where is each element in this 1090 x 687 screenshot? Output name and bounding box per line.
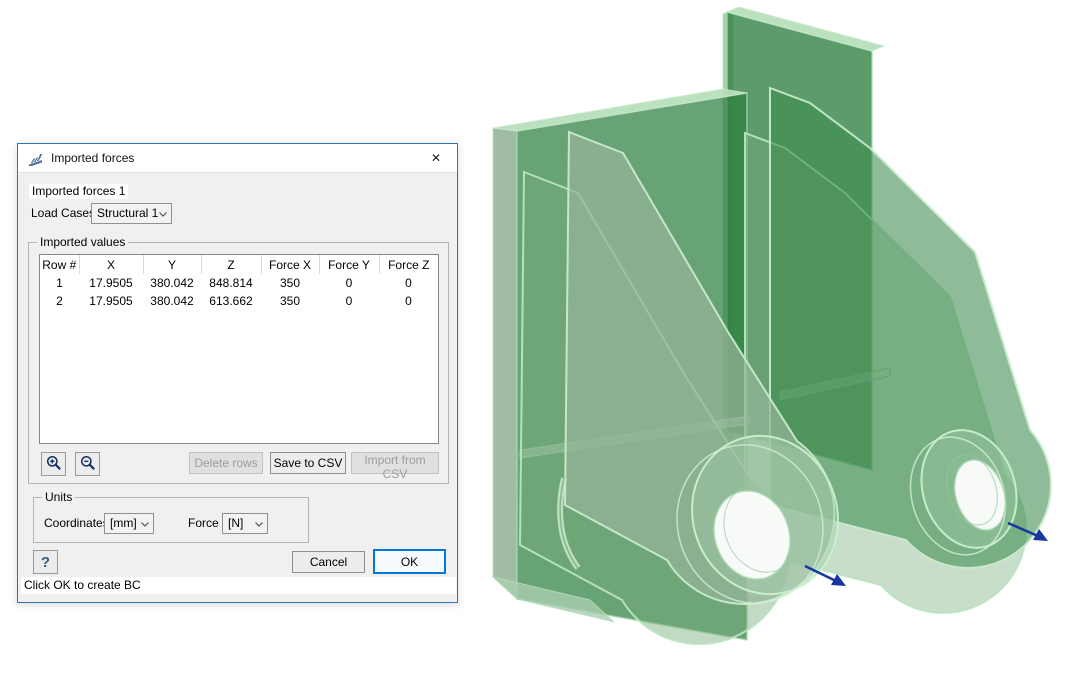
imported-values-legend: Imported values <box>37 235 128 250</box>
table-cell[interactable]: 350 <box>261 292 319 310</box>
imported-forces-dialog: Imported forces ✕ Imported forces 1 Load… <box>17 143 458 603</box>
column-header[interactable]: Force Y <box>319 255 379 274</box>
load-cases-value: Structural 1 <box>97 206 158 220</box>
table-cell[interactable]: 848.814 <box>201 274 261 292</box>
table-cell[interactable]: 0 <box>319 274 379 292</box>
table-cell[interactable]: 0 <box>379 292 438 310</box>
force-unit-value: [N] <box>228 516 243 530</box>
import-from-csv-button[interactable]: Import from CSV <box>351 452 439 474</box>
column-header[interactable]: Z <box>201 255 261 274</box>
imported-values-table[interactable]: Row #XYZForce XForce YForce Z 117.950538… <box>39 254 439 444</box>
dialog-title: Imported forces <box>51 144 134 172</box>
column-header[interactable]: Force Z <box>379 255 438 274</box>
close-icon[interactable]: ✕ <box>421 144 451 172</box>
column-header[interactable]: Force X <box>261 255 319 274</box>
save-to-csv-button[interactable]: Save to CSV <box>270 452 346 474</box>
coordinates-unit-value: [mm] <box>110 516 137 530</box>
ok-button[interactable]: OK <box>373 549 446 574</box>
column-header[interactable]: Row # <box>40 255 79 274</box>
column-header[interactable]: Y <box>143 255 201 274</box>
coordinates-unit-select[interactable]: [mm] <box>104 513 154 534</box>
zoom-in-button[interactable] <box>41 452 66 476</box>
back-plate-left-face <box>493 128 517 599</box>
table-cell[interactable]: 1 <box>40 274 79 292</box>
table-cell[interactable]: 0 <box>379 274 438 292</box>
imported-forces-icon <box>28 152 44 166</box>
table-cell[interactable]: 613.662 <box>201 292 261 310</box>
table-cell[interactable]: 0 <box>319 292 379 310</box>
force-label: Force <box>188 516 219 531</box>
table-cell[interactable]: 2 <box>40 292 79 310</box>
help-button[interactable]: ? <box>33 550 58 574</box>
cancel-button[interactable]: Cancel <box>292 551 365 573</box>
zoom-in-icon <box>46 455 62 471</box>
column-header[interactable]: X <box>79 255 143 274</box>
model-viewport-3d[interactable] <box>480 0 1090 687</box>
table-row[interactable]: 217.9505380.042613.66235000 <box>40 292 438 310</box>
chevron-down-icon <box>255 522 263 527</box>
load-cases-label: Load Cases <box>31 206 95 221</box>
bc-name-field[interactable]: Imported forces 1 <box>29 184 128 199</box>
load-cases-select[interactable]: Structural 1 <box>91 203 172 224</box>
status-bar: Click OK to create BC <box>21 577 456 594</box>
table-row[interactable]: 117.9505380.042848.81435000 <box>40 274 438 292</box>
bracket-model <box>480 0 1090 687</box>
dialog-titlebar[interactable]: Imported forces ✕ <box>18 144 457 173</box>
chevron-down-icon <box>141 522 149 527</box>
table-cell[interactable]: 380.042 <box>143 292 201 310</box>
force-unit-select[interactable]: [N] <box>222 513 268 534</box>
table-cell[interactable]: 380.042 <box>143 274 201 292</box>
application-window: Imported forces ✕ Imported forces 1 Load… <box>0 0 1090 687</box>
table-cell[interactable]: 350 <box>261 274 319 292</box>
coordinates-label: Coordinates <box>44 516 109 531</box>
table-cell[interactable]: 17.9505 <box>79 274 143 292</box>
table-header: Row #XYZForce XForce YForce Z <box>40 255 438 274</box>
zoom-out-button[interactable] <box>75 452 100 476</box>
chevron-down-icon <box>159 212 167 217</box>
delete-rows-button[interactable]: Delete rows <box>189 452 263 474</box>
table-cell[interactable]: 17.9505 <box>79 292 143 310</box>
zoom-out-icon <box>80 455 96 471</box>
units-legend: Units <box>42 490 75 505</box>
